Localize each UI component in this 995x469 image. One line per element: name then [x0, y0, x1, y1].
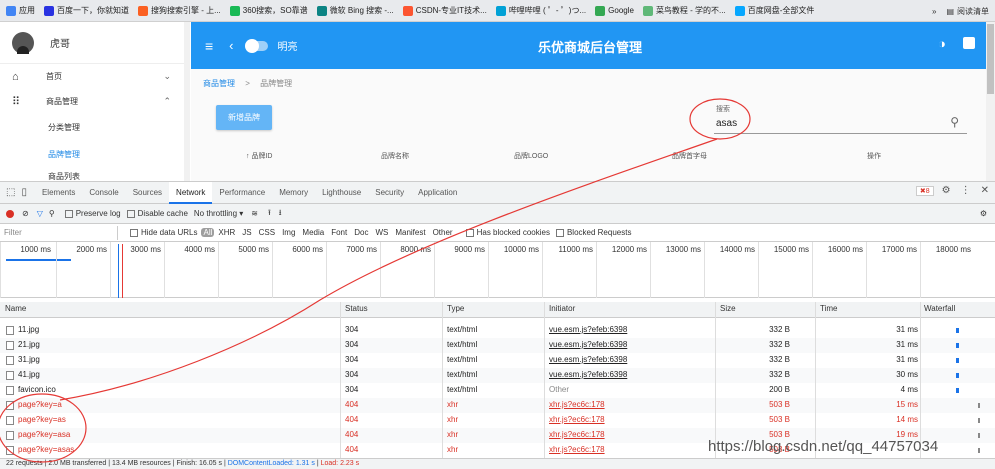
annotation-circle — [689, 98, 751, 140]
annotation-overlay — [0, 98, 751, 463]
annotation-circle — [0, 393, 87, 463]
annotation-arrow — [59, 138, 718, 401]
